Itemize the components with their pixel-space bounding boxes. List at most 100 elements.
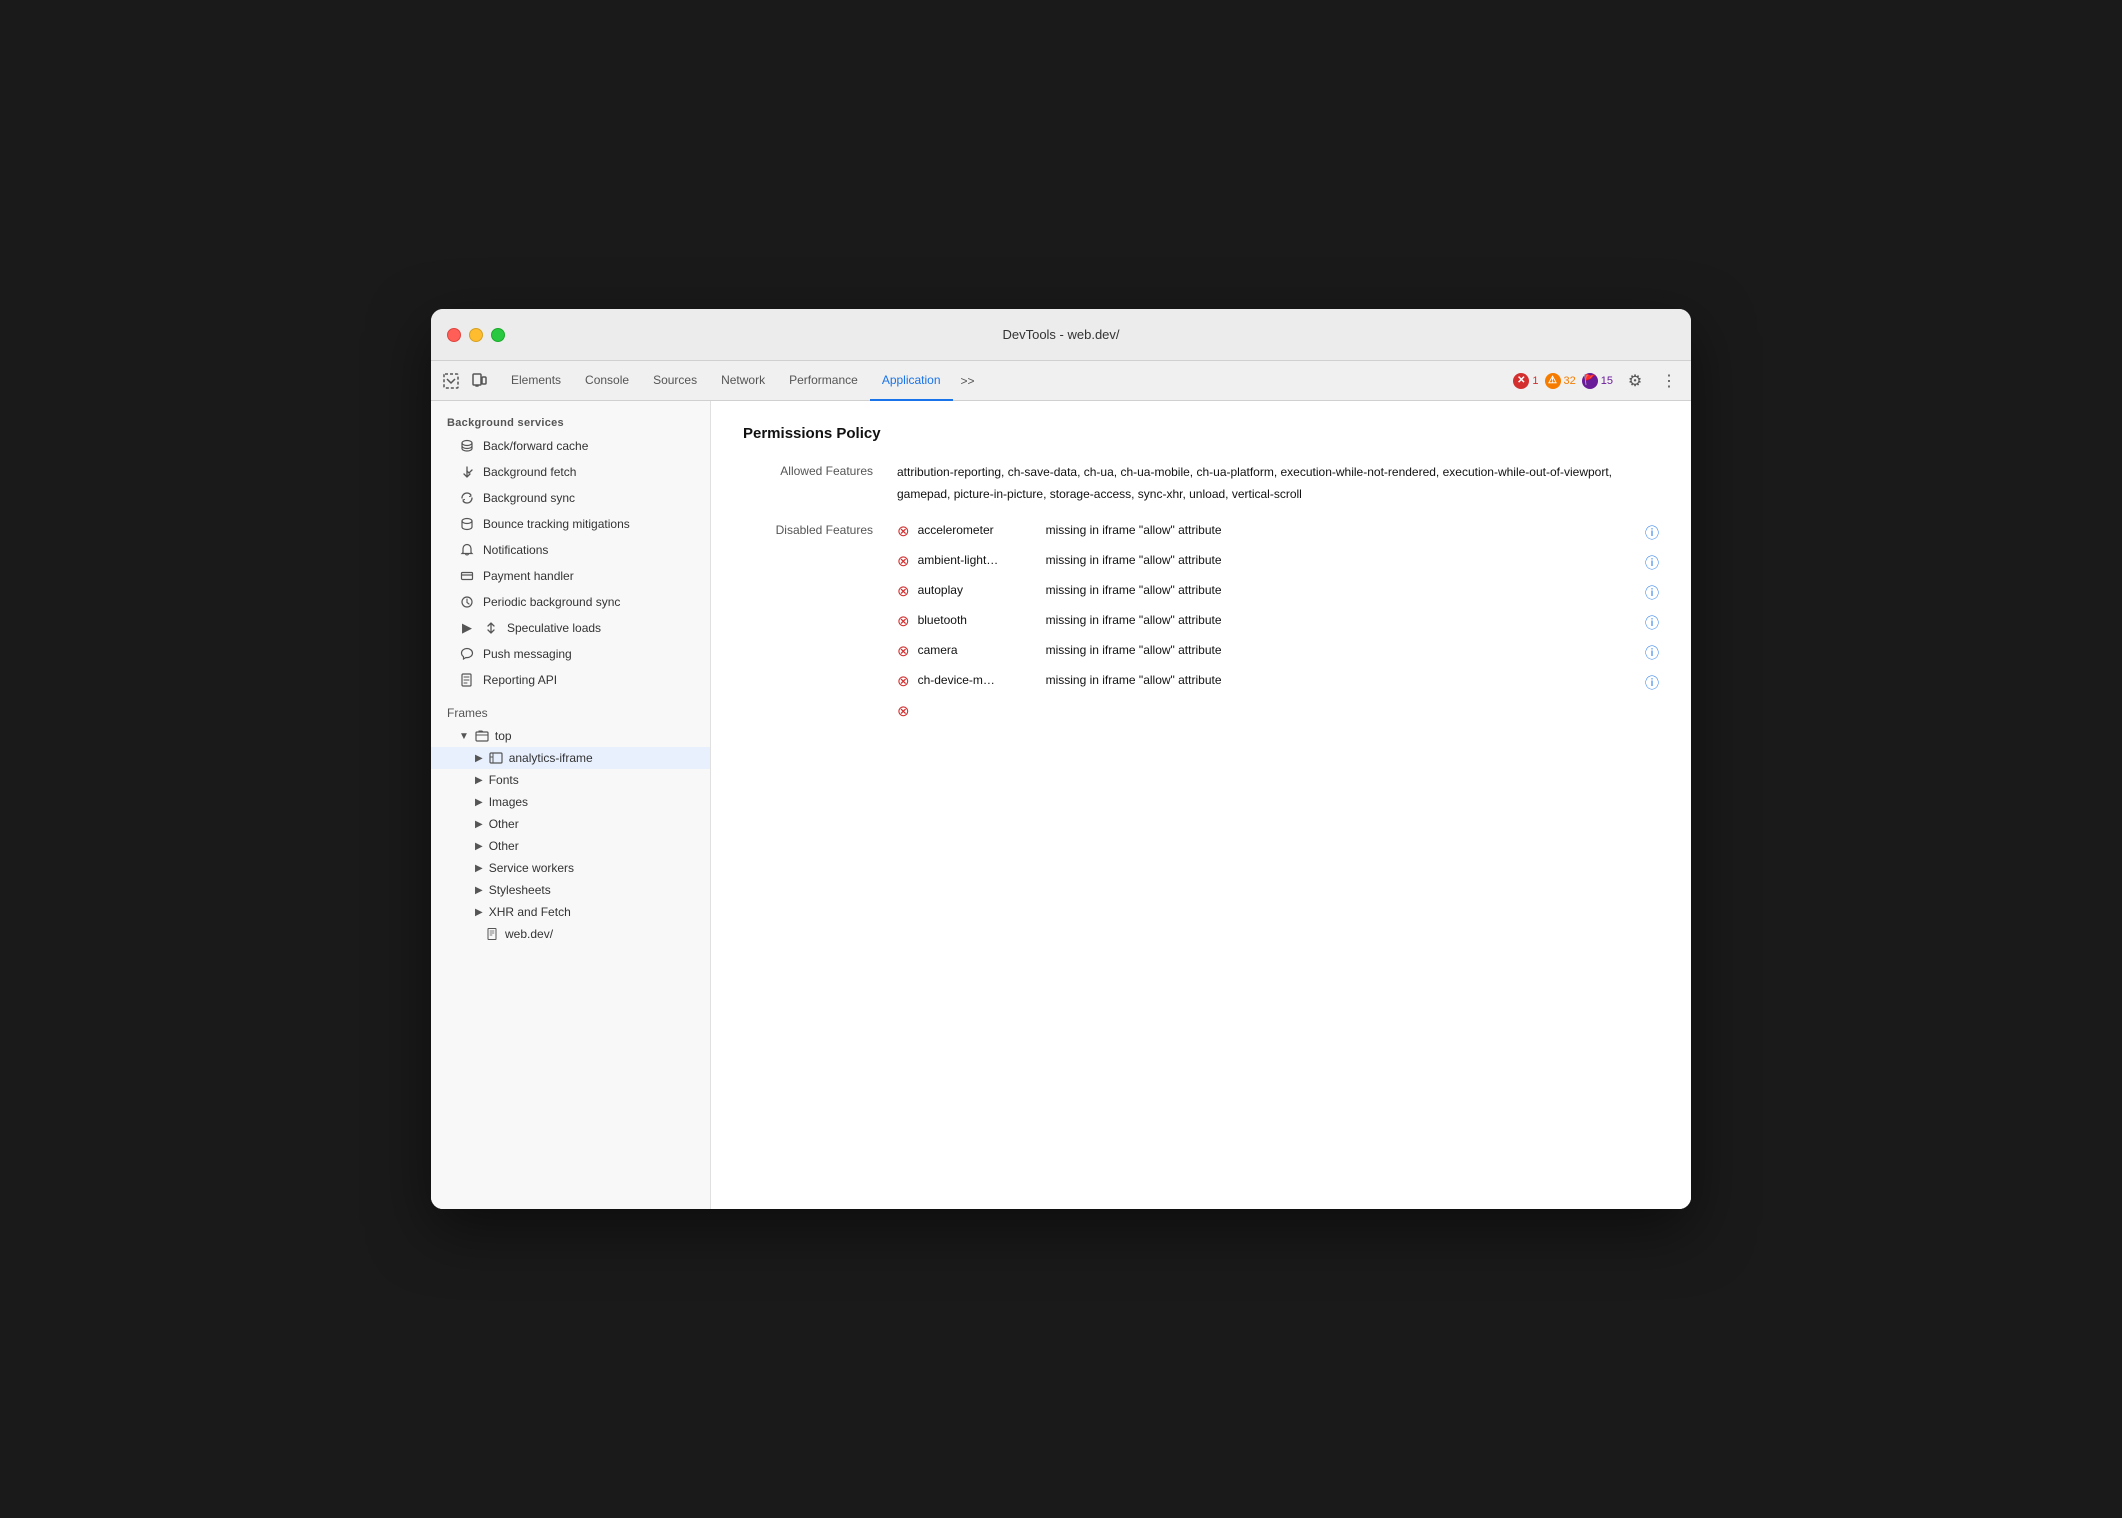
sidebar-item-bounce-tracking[interactable]: Bounce tracking mitigations xyxy=(431,511,710,537)
webdev-label: web.dev/ xyxy=(505,927,553,941)
frame-stylesheets[interactable]: ▶ Stylesheets xyxy=(431,879,710,901)
service-workers-label: Service workers xyxy=(489,861,574,875)
sidebar-item-background-sync[interactable]: Background sync xyxy=(431,485,710,511)
main-content: Background services Back/forward cache B… xyxy=(431,401,1691,1209)
push-messaging-icon xyxy=(459,646,475,662)
periodic-bg-sync-label: Periodic background sync xyxy=(483,595,620,609)
xhr-fetch-label: XHR and Fetch xyxy=(489,905,571,919)
reporting-api-icon xyxy=(459,672,475,688)
tab-network[interactable]: Network xyxy=(709,361,777,401)
camera-error-icon: ⊗ xyxy=(897,642,910,660)
autoplay-error-icon: ⊗ xyxy=(897,582,910,600)
frame-webdev[interactable]: web.dev/ xyxy=(431,923,710,945)
frame-top[interactable]: ▼ top xyxy=(431,725,710,747)
warning-count: 32 xyxy=(1564,375,1576,387)
back-forward-cache-icon xyxy=(459,438,475,454)
sidebar-item-periodic-bg-sync[interactable]: Periodic background sync xyxy=(431,589,710,615)
error-badge[interactable]: ✕ 1 xyxy=(1513,373,1538,389)
tab-elements[interactable]: Elements xyxy=(499,361,573,401)
fonts-expand-icon[interactable]: ▶ xyxy=(475,775,483,786)
camera-link-icon[interactable]: ⓘ xyxy=(1645,643,1659,663)
sidebar-item-payment-handler[interactable]: Payment handler xyxy=(431,563,710,589)
notifications-icon xyxy=(459,542,475,558)
stylesheets-expand-icon[interactable]: ▶ xyxy=(475,885,483,896)
frame-xhr-fetch[interactable]: ▶ XHR and Fetch xyxy=(431,901,710,923)
frame-images[interactable]: ▶ Images xyxy=(431,791,710,813)
bluetooth-name: bluetooth xyxy=(918,611,1038,627)
frame-analytics-iframe[interactable]: ▶ analytics-iframe xyxy=(431,747,710,769)
frame-service-workers[interactable]: ▶ Service workers xyxy=(431,857,710,879)
inspector-icon[interactable] xyxy=(439,369,463,393)
sidebar-item-push-messaging[interactable]: Push messaging xyxy=(431,641,710,667)
frame-other-1[interactable]: ▶ Other xyxy=(431,813,710,835)
bluetooth-link-icon[interactable]: ⓘ xyxy=(1645,613,1659,633)
tab-application[interactable]: Application xyxy=(870,361,953,401)
service-workers-expand-icon[interactable]: ▶ xyxy=(475,863,483,874)
sidebar-item-back-forward-cache[interactable]: Back/forward cache xyxy=(431,433,710,459)
info-count: 15 xyxy=(1601,375,1613,387)
reporting-api-label: Reporting API xyxy=(483,673,557,687)
device-icon[interactable] xyxy=(467,369,491,393)
top-expand-icon[interactable]: ▼ xyxy=(459,731,469,742)
ambient-light-reason: missing in iframe "allow" attribute xyxy=(1046,551,1637,569)
sidebar: Background services Back/forward cache B… xyxy=(431,401,711,1209)
minimize-button[interactable] xyxy=(469,328,483,342)
ch-device-reason: missing in iframe "allow" attribute xyxy=(1046,671,1637,689)
frames-header: Frames xyxy=(431,701,710,725)
tab-icons xyxy=(439,369,491,393)
background-sync-icon xyxy=(459,490,475,506)
xhr-expand-icon[interactable]: ▶ xyxy=(475,907,483,918)
info-badge[interactable]: 🚩 15 xyxy=(1582,373,1613,389)
push-messaging-label: Push messaging xyxy=(483,647,572,661)
close-button[interactable] xyxy=(447,328,461,342)
webdev-file-icon xyxy=(487,928,499,940)
camera-name: camera xyxy=(918,641,1038,657)
tab-more-button[interactable]: >> xyxy=(953,361,983,401)
toolbar-icons: ⚙ ⋮ xyxy=(1621,367,1683,395)
ambient-light-name: ambient-light… xyxy=(918,551,1038,567)
camera-reason: missing in iframe "allow" attribute xyxy=(1046,641,1637,659)
error-icon: ✕ xyxy=(1513,373,1529,389)
analytics-expand-icon[interactable]: ▶ xyxy=(475,753,483,764)
analytics-iframe-label: analytics-iframe xyxy=(509,751,593,765)
more-options-icon[interactable]: ⋮ xyxy=(1655,367,1683,395)
background-services-title: Background services xyxy=(431,409,710,433)
disabled-features-list: ⊗ accelerometer missing in iframe "allow… xyxy=(897,521,1659,728)
allowed-features-value: attribution-reporting, ch-save-data, ch-… xyxy=(897,462,1659,505)
feature-camera: ⊗ camera missing in iframe "allow" attri… xyxy=(897,641,1659,663)
ch-device-link-icon[interactable]: ⓘ xyxy=(1645,673,1659,693)
sidebar-item-speculative-loads[interactable]: ▶ Speculative loads xyxy=(431,615,710,641)
ambient-light-link-icon[interactable]: ⓘ xyxy=(1645,553,1659,573)
warning-badge[interactable]: ⚠ 32 xyxy=(1545,373,1576,389)
traffic-lights xyxy=(447,328,505,342)
tab-sources[interactable]: Sources xyxy=(641,361,709,401)
feature-ambient-light: ⊗ ambient-light… missing in iframe "allo… xyxy=(897,551,1659,573)
frame-top-label: top xyxy=(495,729,512,743)
images-expand-icon[interactable]: ▶ xyxy=(475,797,483,808)
accelerometer-reason: missing in iframe "allow" attribute xyxy=(1046,521,1637,539)
background-fetch-icon xyxy=(459,464,475,480)
settings-icon[interactable]: ⚙ xyxy=(1621,367,1649,395)
autoplay-link-icon[interactable]: ⓘ xyxy=(1645,583,1659,603)
sidebar-item-reporting-api[interactable]: Reporting API xyxy=(431,667,710,693)
bluetooth-error-icon: ⊗ xyxy=(897,612,910,630)
sidebar-item-notifications[interactable]: Notifications xyxy=(431,537,710,563)
other2-expand-icon[interactable]: ▶ xyxy=(475,841,483,852)
frame-other-2[interactable]: ▶ Other xyxy=(431,835,710,857)
frame-fonts[interactable]: ▶ Fonts xyxy=(431,769,710,791)
speculative-loads-arrow-icon xyxy=(483,620,499,636)
section-title: Permissions Policy xyxy=(743,425,1659,442)
other1-expand-icon[interactable]: ▶ xyxy=(475,819,483,830)
tab-console[interactable]: Console xyxy=(573,361,641,401)
tab-performance[interactable]: Performance xyxy=(777,361,870,401)
partial-error-icon: ⊗ xyxy=(897,702,910,720)
accelerometer-link-icon[interactable]: ⓘ xyxy=(1645,523,1659,543)
frames-title: Frames xyxy=(447,706,488,720)
sidebar-item-background-fetch[interactable]: Background fetch xyxy=(431,459,710,485)
bounce-tracking-icon xyxy=(459,516,475,532)
maximize-button[interactable] xyxy=(491,328,505,342)
other1-label: Other xyxy=(489,817,519,831)
ch-device-error-icon: ⊗ xyxy=(897,672,910,690)
autoplay-name: autoplay xyxy=(918,581,1038,597)
speculative-loads-icon: ▶ xyxy=(459,620,475,636)
